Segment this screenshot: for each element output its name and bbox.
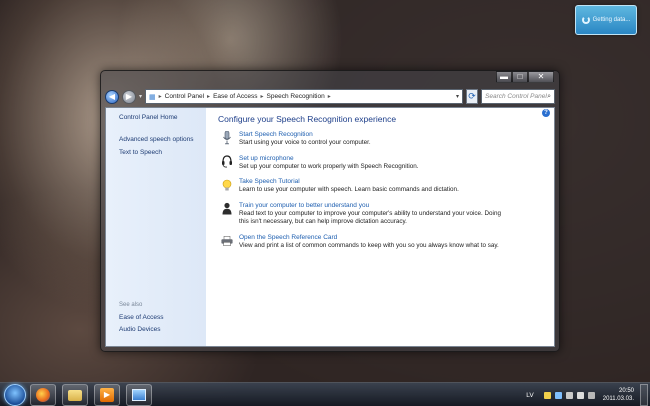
show-desktop-button[interactable] [640, 384, 648, 406]
taskbar-control-panel[interactable] [126, 384, 152, 406]
item-description: Read text to your computer to improve yo… [239, 209, 501, 226]
breadcrumb-ease-of-access[interactable]: Ease of Access [213, 93, 257, 100]
item-description: Set up your computer to work properly wi… [239, 162, 419, 170]
speech-recognition-window[interactable]: ▬ □ ✕ ◀ ▶ ▾ ▦ ▸ Control Panel ▸ Ease of … [100, 70, 560, 352]
start-button[interactable] [4, 384, 26, 406]
breadcrumb-separator: ▸ [207, 94, 211, 100]
recent-pages-dropdown[interactable]: ▾ [139, 93, 142, 100]
clock[interactable]: 20:50 2011.03.03. [603, 387, 634, 403]
taskbar-media-player[interactable]: ▶ [94, 384, 120, 406]
tray-app-icon[interactable] [565, 391, 573, 399]
search-icon[interactable]: ⌕ [547, 93, 554, 101]
person-icon [221, 202, 233, 216]
loading-icon [581, 16, 590, 24]
breadcrumb-separator: ▸ [327, 94, 331, 100]
control-panel-icon: ▦ [149, 93, 156, 101]
see-also-ease-of-access[interactable]: Ease of Access [119, 314, 163, 321]
desktop-gadget[interactable]: Getting data... [575, 5, 637, 35]
taskbar: ▶ LV 20:50 2011.03.03. [0, 382, 650, 406]
start-speech-recognition-link[interactable]: Start Speech Recognition [239, 130, 554, 139]
window-content: Control Panel Home Advanced speech optio… [105, 107, 555, 347]
clock-time: 20:50 [618, 388, 634, 394]
gadget-status: Getting data... [592, 17, 631, 23]
see-also-audio-devices[interactable]: Audio Devices [119, 326, 163, 333]
list-item: Set up microphone Set up your computer t… [218, 154, 554, 172]
list-item: Train your computer to better understand… [218, 201, 554, 227]
system-tray: LV 20:50 2011.03.03. [526, 383, 648, 406]
sidebar-control-panel-home[interactable]: Control Panel Home [119, 114, 206, 121]
control-panel-icon [132, 389, 146, 401]
item-description: Start using your voice to control your c… [239, 139, 371, 146]
printer-icon [221, 234, 233, 248]
headset-icon [221, 155, 233, 169]
breadcrumb-control-panel[interactable]: Control Panel [165, 93, 204, 100]
action-center-icon[interactable] [543, 391, 551, 399]
back-button[interactable]: ◀ [105, 89, 119, 104]
item-description: View and print a list of common commands… [239, 241, 499, 249]
breadcrumb-separator: ▸ [260, 94, 264, 100]
train-computer-link[interactable]: Train your computer to better understand… [239, 201, 554, 210]
minimize-button[interactable]: ▬ [496, 71, 512, 83]
see-also-heading: See also [119, 302, 143, 308]
list-item: Take Speech Tutorial Learn to use your c… [218, 177, 554, 195]
lightbulb-icon [221, 178, 233, 192]
forward-button[interactable]: ▶ [122, 89, 136, 104]
taskbar-explorer[interactable] [62, 384, 88, 406]
search-placeholder: Search Control Panel [485, 93, 547, 100]
address-bar[interactable]: ▦ ▸ Control Panel ▸ Ease of Access ▸ Spe… [145, 89, 464, 104]
microphone-icon [221, 131, 233, 145]
volume-icon[interactable] [587, 391, 595, 399]
sidebar-text-to-speech[interactable]: Text to Speech [119, 149, 206, 156]
page-title: Configure your Speech Recognition experi… [218, 114, 397, 124]
navigation-bar: ◀ ▶ ▾ ▦ ▸ Control Panel ▸ Ease of Access… [105, 88, 555, 105]
media-player-icon: ▶ [100, 388, 114, 402]
network-icon[interactable] [576, 391, 584, 399]
language-indicator[interactable]: LV [526, 392, 533, 399]
taskbar-firefox[interactable] [30, 384, 56, 406]
list-item: Open the Speech Reference Card View and … [218, 233, 554, 251]
firefox-icon [36, 388, 50, 402]
sidebar-advanced-speech-options[interactable]: Advanced speech options [119, 136, 206, 143]
search-input[interactable]: Search Control Panel ⌕ [481, 89, 555, 104]
folder-icon [68, 389, 82, 401]
clock-date: 2011.03.03. [602, 396, 634, 402]
item-description: Learn to use your computer with speech. … [239, 186, 459, 193]
sidebar: Control Panel Home Advanced speech optio… [106, 108, 206, 346]
main-panel: ? Configure your Speech Recognition expe… [206, 108, 554, 346]
refresh-button[interactable]: ⟳ [466, 89, 479, 104]
see-also-section: See also Ease of Access Audio Devices [119, 302, 163, 338]
close-button[interactable]: ✕ [528, 71, 554, 83]
speech-reference-card-link[interactable]: Open the Speech Reference Card [239, 233, 554, 242]
caption-buttons: ▬ □ ✕ [496, 71, 554, 83]
help-icon[interactable]: ? [542, 109, 550, 117]
breadcrumb-separator: ▸ [158, 94, 162, 100]
take-speech-tutorial-link[interactable]: Take Speech Tutorial [239, 177, 554, 186]
list-item: Start Speech Recognition Start using you… [218, 130, 554, 148]
chevron-down-icon[interactable]: ▾ [456, 93, 462, 100]
tray-app-icon[interactable] [554, 391, 562, 399]
maximize-button[interactable]: □ [512, 71, 528, 83]
breadcrumb-speech-recognition[interactable]: Speech Recognition [267, 93, 325, 100]
set-up-microphone-link[interactable]: Set up microphone [239, 154, 554, 163]
